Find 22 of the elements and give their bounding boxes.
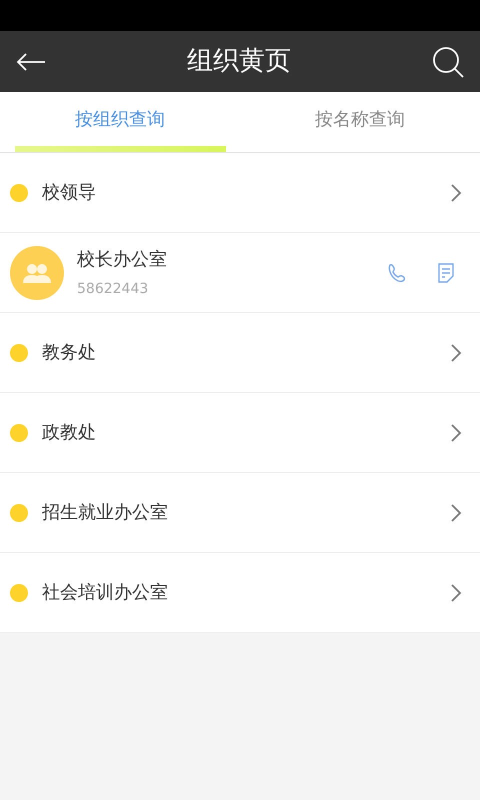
search-icon[interactable] — [432, 46, 464, 78]
group-row[interactable]: 教务处 — [0, 313, 480, 393]
chevron-right-icon — [450, 582, 462, 602]
avatar-icon — [10, 246, 64, 300]
chevron-right-icon — [450, 422, 462, 442]
chevron-right-icon — [450, 342, 462, 362]
group-row[interactable]: 政教处 — [0, 393, 480, 473]
group-name: 政教处 — [42, 421, 97, 445]
group-name: 校领导 — [42, 181, 97, 205]
page-title: 组织黄页 — [187, 45, 291, 78]
group-row[interactable]: 招生就业办公室 — [0, 473, 480, 553]
contact-name: 校长办公室 — [77, 248, 168, 272]
chevron-right-icon — [450, 502, 462, 522]
back-arrow-icon[interactable] — [16, 52, 46, 72]
group-name: 招生就业办公室 — [42, 501, 169, 525]
phone-number: 58622443 — [77, 280, 150, 298]
group-name: 社会培训办公室 — [42, 581, 169, 605]
chevron-right-icon — [450, 182, 462, 202]
group-row[interactable]: 社会培训办公室 — [0, 553, 480, 633]
group-row[interactable]: 校领导 — [0, 153, 480, 233]
tab[interactable]: 按名称查询 — [240, 92, 480, 152]
group-name: 教务处 — [42, 341, 97, 365]
